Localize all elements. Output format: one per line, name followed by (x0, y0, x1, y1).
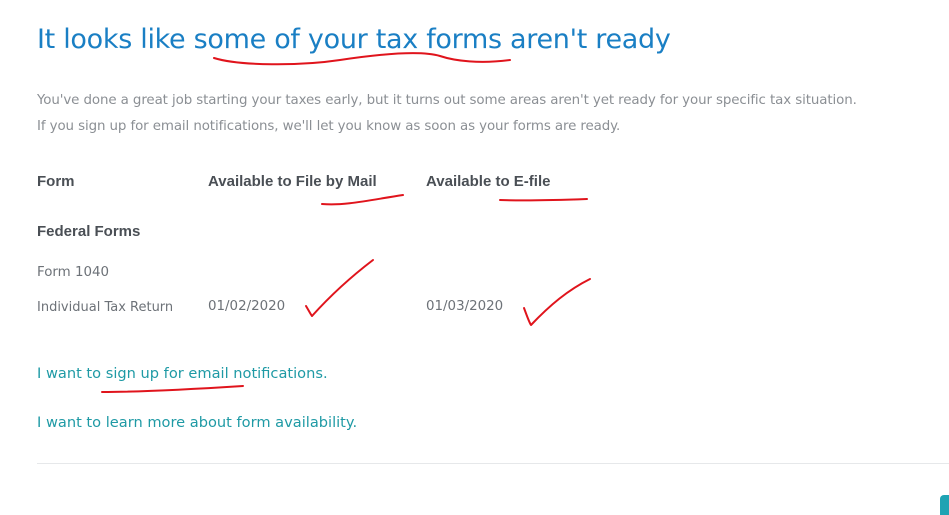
mail-availability-date: 01/02/2020 (208, 299, 286, 314)
column-header-form: Form (37, 173, 75, 190)
annotation-underline-e-file (499, 198, 588, 202)
annotation-underline-email-link (101, 385, 244, 393)
intro-text-line-1: You've done a great job starting your ta… (37, 93, 857, 108)
section-title-federal-forms: Federal Forms (37, 223, 141, 240)
annotation-underline-file-by-mail (321, 194, 404, 206)
learn-more-link[interactable]: I want to learn more about form availabi… (37, 414, 357, 431)
annotation-check-efile (523, 278, 591, 326)
efile-availability-date: 01/03/2020 (426, 299, 504, 314)
annotation-check-mail (305, 259, 374, 317)
help-tab[interactable] (940, 495, 949, 515)
page-title: It looks like some of your tax forms are… (37, 24, 671, 55)
column-header-file-by-mail: Available to File by Mail (208, 173, 377, 190)
form-description: Individual Tax Return (37, 300, 174, 315)
divider (37, 463, 949, 464)
form-name: Form 1040 (37, 265, 110, 280)
column-header-e-file: Available to E-file (426, 173, 551, 190)
red-annotations (101, 52, 591, 393)
intro-text-line-2: If you sign up for email notifications, … (37, 119, 621, 134)
email-signup-link[interactable]: I want to sign up for email notification… (37, 365, 328, 382)
